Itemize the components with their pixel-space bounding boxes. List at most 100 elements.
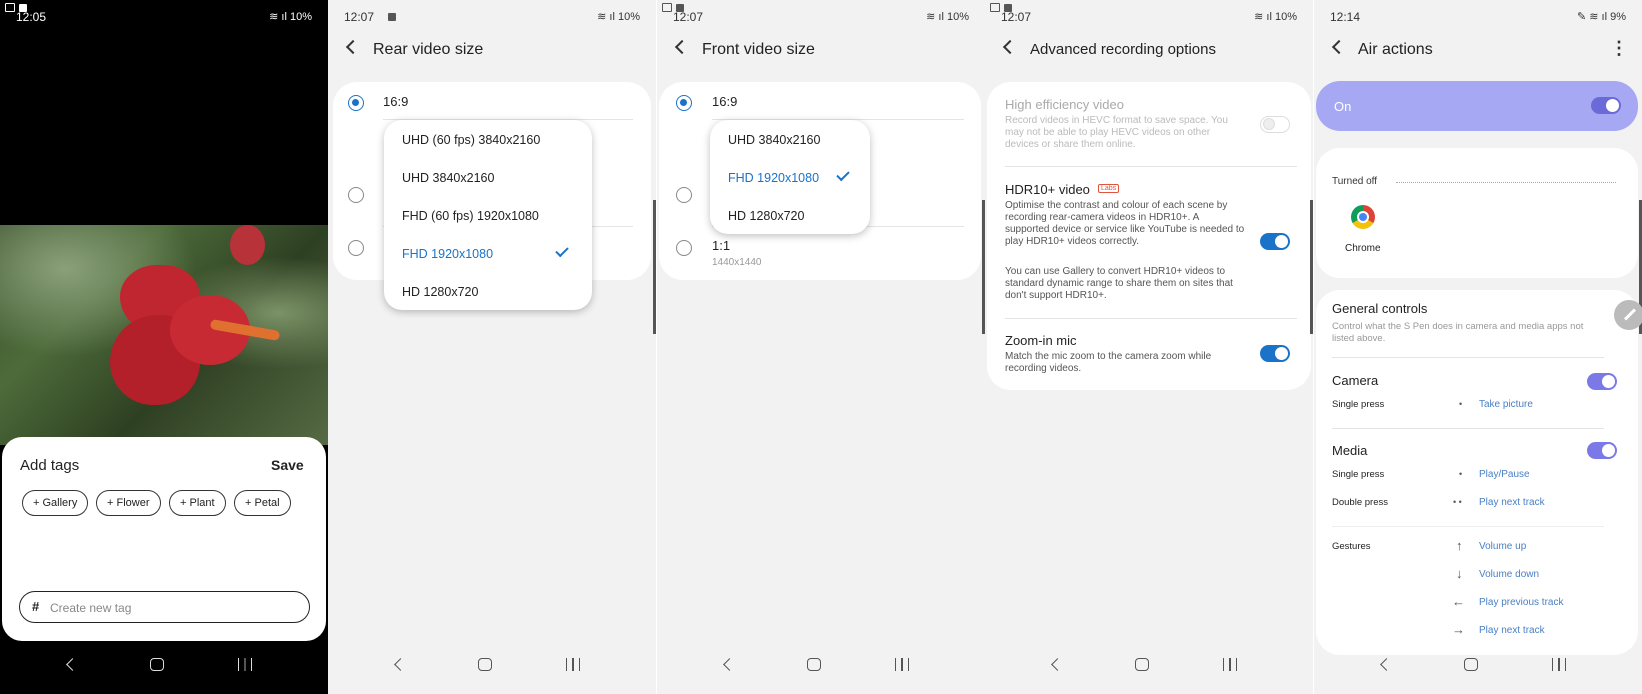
tag-label: Plant [189, 497, 215, 509]
status-time: 12:07 [673, 10, 704, 24]
play-prev-action[interactable]: Play previous track [1479, 597, 1563, 608]
media-double-press: Double press [1332, 497, 1388, 508]
create-tag-placeholder: Create new tag [50, 601, 132, 615]
page-title: Air actions [1358, 41, 1433, 58]
divider [1332, 428, 1604, 429]
back-icon[interactable] [1002, 39, 1018, 55]
nav-recents-icon[interactable] [566, 658, 580, 671]
status-time: 12:05 [16, 10, 47, 24]
option-uhd[interactable]: UHD 3840x2160 [402, 171, 494, 185]
nav-home-icon[interactable] [1135, 658, 1149, 671]
nav-back-icon[interactable] [394, 658, 407, 671]
nav-home-icon[interactable] [807, 658, 821, 671]
radio-16-9[interactable] [676, 95, 692, 111]
media-toggle[interactable] [1587, 442, 1617, 459]
nav-recents-icon[interactable] [238, 658, 252, 671]
camera-single-press: Single press [1332, 399, 1385, 410]
media-single-press: Single press [1332, 469, 1385, 480]
nav-home-icon[interactable] [478, 658, 492, 671]
battery-text: 10% [289, 11, 312, 23]
zoom-title: Zoom-in mic [1005, 333, 1077, 348]
back-icon[interactable] [674, 39, 690, 55]
create-tag-input[interactable]: # Create new tag [19, 591, 310, 623]
camera-toggle[interactable] [1587, 373, 1617, 390]
general-title: General controls [1332, 301, 1428, 316]
hdr-desc2: You can use Gallery to convert HDR10+ vi… [1005, 266, 1233, 301]
radio-option-3[interactable] [348, 240, 364, 256]
pen-edit-icon[interactable] [1614, 300, 1642, 330]
nav-recents-icon[interactable] [1552, 658, 1566, 671]
save-button[interactable]: Save [271, 457, 304, 473]
option-uhd[interactable]: UHD 3840x2160 [728, 133, 820, 147]
hash-icon: # [32, 599, 40, 614]
ratio2-label: 1:1 [712, 238, 731, 253]
tag-chip-plant[interactable]: + Plant [169, 490, 226, 516]
image-notification-icon [990, 3, 1000, 12]
radio-1-1[interactable] [676, 240, 692, 256]
arrow-left-icon: ← [1452, 594, 1465, 609]
zoom-toggle[interactable] [1260, 345, 1290, 362]
divider [1332, 357, 1604, 358]
option-fhd-60[interactable]: FHD (60 fps) 1920x1080 [402, 209, 539, 223]
image-notification-icon [662, 3, 672, 12]
master-toggle[interactable] [1591, 97, 1621, 114]
radio-option-2[interactable] [348, 187, 364, 203]
play-next-gesture-action[interactable]: Play next track [1479, 625, 1545, 636]
wifi-signal-icon: ≋ ıl [1254, 11, 1275, 23]
zoom-desc: Match the mic zoom to the camera zoom wh… [1005, 351, 1212, 374]
option-uhd-60[interactable]: UHD (60 fps) 3840x2160 [402, 133, 540, 147]
radio-16-9[interactable] [348, 95, 364, 111]
volume-down-action[interactable]: Volume down [1479, 569, 1539, 580]
screen-advanced-recording: 12:07 ≋ ıl 10% Advanced recording option… [985, 0, 1313, 694]
more-options-icon[interactable]: ⋮ [1610, 38, 1628, 59]
on-switch-bar[interactable]: On [1316, 81, 1638, 131]
status-time: 12:14 [1330, 10, 1361, 24]
tag-chip-petal[interactable]: + Petal [234, 490, 291, 516]
option-hd[interactable]: HD 1280x720 [402, 285, 478, 299]
nav-bar [328, 638, 656, 694]
battery-text: 10% [617, 11, 640, 23]
camera-title: Camera [1332, 373, 1379, 388]
divider [1332, 526, 1604, 527]
gestures-label: Gestures [1332, 541, 1371, 552]
pen-wifi-signal-icon: ✎ ≋ ıl [1576, 11, 1611, 23]
hdr-toggle[interactable] [1260, 233, 1290, 250]
nav-recents-icon[interactable] [895, 658, 909, 671]
nav-back-icon[interactable] [1380, 658, 1393, 671]
flower-photo [0, 225, 328, 445]
play-next-action[interactable]: Play next track [1479, 497, 1545, 508]
nav-home-icon[interactable] [1464, 658, 1478, 671]
option-hd[interactable]: HD 1280x720 [728, 209, 804, 223]
back-icon[interactable] [345, 39, 361, 55]
hdr-desc: Optimise the contrast and colour of each… [1005, 200, 1245, 247]
nav-bar [0, 638, 328, 694]
chrome-icon[interactable] [1351, 205, 1375, 229]
take-picture-action[interactable]: Take picture [1479, 399, 1533, 410]
nav-back-icon[interactable] [723, 658, 736, 671]
option-fhd[interactable]: FHD 1920x1080 [402, 247, 493, 261]
nav-home-icon[interactable] [150, 658, 164, 671]
nav-back-icon[interactable] [66, 658, 79, 671]
nav-recents-icon[interactable] [1223, 658, 1237, 671]
nav-back-icon[interactable] [1051, 658, 1064, 671]
volume-up-action[interactable]: Volume up [1479, 541, 1526, 552]
turned-off-label: Turned off [1332, 176, 1378, 187]
back-icon[interactable] [1331, 39, 1347, 55]
option-fhd[interactable]: FHD 1920x1080 [728, 171, 819, 185]
header: Advanced recording options [985, 36, 1313, 66]
labs-badge: Labs [1098, 184, 1120, 193]
arrow-right-icon: → [1452, 622, 1465, 637]
status-bar: 12:05 ≋ ıl 10% [0, 0, 328, 34]
tag-chip-gallery[interactable]: + Gallery [22, 490, 89, 516]
tag-chip-flower[interactable]: + Flower [96, 490, 161, 516]
radio-option-2[interactable] [676, 187, 692, 203]
screen-air-actions: 12:14 ✎ ≋ ıl 9% Air actions ⋮ On Turned … [1314, 0, 1642, 694]
page-title: Front video size [702, 41, 815, 58]
play-pause-action[interactable]: Play/Pause [1479, 469, 1530, 480]
battery-text: 9% [1610, 11, 1626, 23]
hev-desc: Record videos in HEVC format to save spa… [1005, 115, 1228, 150]
screen-front-video-size: 12:07 ≋ ıl 10% Front video size 16:9 1:1… [657, 0, 985, 694]
hev-toggle[interactable] [1260, 116, 1290, 133]
divider [1005, 318, 1297, 319]
resolution-dropdown: UHD (60 fps) 3840x2160 UHD 3840x2160 FHD… [384, 120, 592, 310]
